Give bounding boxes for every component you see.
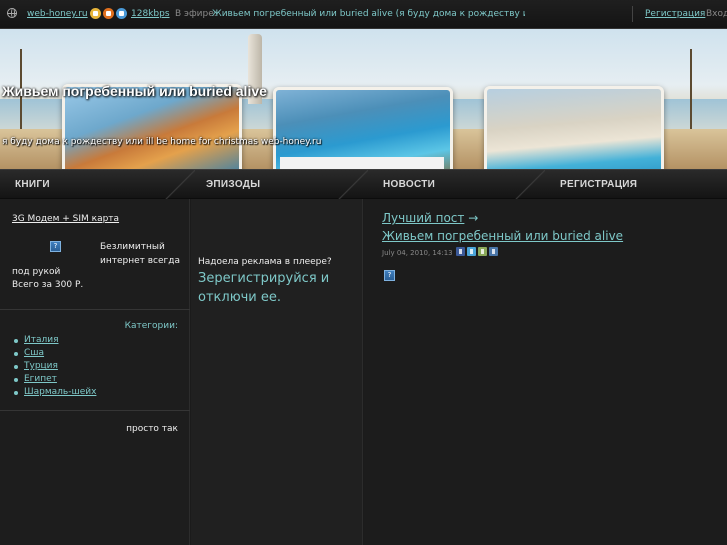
missing-image-icon[interactable]: ? <box>50 241 61 252</box>
category-item: Сша <box>12 348 96 361</box>
bitrate-link[interactable]: 128kbps <box>131 9 170 19</box>
best-post-heading: Лучший пост → <box>382 211 478 225</box>
category-item: Шармаль-шейх <box>12 387 96 400</box>
top-bar: web-honey.ru 128kbps В эфире: Живьем пог… <box>0 0 727 29</box>
nav-news[interactable]: НОВОСТИ <box>383 179 435 190</box>
nav-divider <box>165 170 195 200</box>
promo-text: Безлимитный интернет всегда <box>100 242 181 266</box>
twitter-share-icon[interactable] <box>467 247 476 256</box>
main-content: Лучший пост → Живьем погребенный или bur… <box>364 199 727 545</box>
site-link[interactable]: web-honey.ru <box>27 9 88 19</box>
category-link-sharm[interactable]: Шармаль-шейх <box>24 387 96 397</box>
volume-icon[interactable] <box>116 8 127 19</box>
register-link[interactable]: Регистрация <box>645 9 705 19</box>
sidebar-divider <box>0 410 190 411</box>
category-link-italy[interactable]: Италия <box>24 335 59 345</box>
ad-question: Надоела реклама в плеере? <box>198 257 332 267</box>
login-link[interactable]: Вход <box>706 9 727 19</box>
resort-photo-hotel <box>484 86 664 169</box>
nav-divider <box>338 170 368 200</box>
player-ad-column: Надоела реклама в плеере? Зерегистрируйс… <box>191 199 363 545</box>
arrow-icon: → <box>468 211 479 225</box>
left-sidebar: 3G Модем + SIM карта ? Безлимитный интер… <box>0 199 190 545</box>
nav-episodes[interactable]: ЭПИЗОДЫ <box>206 179 260 190</box>
category-item: Турция <box>12 361 96 374</box>
main-nav: КНИГИ ЭПИЗОДЫ НОВОСТИ РЕГИСТРАЦИЯ <box>0 169 727 200</box>
register-cta[interactable]: Зерегистрируйся и отключи ее. <box>198 269 358 307</box>
promo-link[interactable]: 3G Модем + SIM карта <box>12 214 119 224</box>
categories-title: Категории: <box>124 321 178 331</box>
nav-registration[interactable]: РЕГИСТРАЦИЯ <box>560 179 637 190</box>
nav-books[interactable]: КНИГИ <box>15 179 50 190</box>
promo-price: Всего за 300 Р. <box>12 280 84 290</box>
banner-strip <box>280 157 444 169</box>
site-title[interactable]: Живьем погребенный или buried alive <box>2 83 267 99</box>
topbar-divider <box>632 6 633 22</box>
facebook-share-icon[interactable] <box>456 247 465 256</box>
globe-icon[interactable] <box>7 8 17 18</box>
header-banner: Живьем погребенный или buried alive я бу… <box>0 29 727 169</box>
promo-text-under: под рукой Всего за 300 Р. <box>12 266 83 292</box>
post-date: July 04, 2010, 14:13 <box>382 249 453 257</box>
stop-icon[interactable] <box>90 8 101 19</box>
just-so-label: просто так <box>126 424 178 434</box>
palm-image <box>690 49 692 129</box>
category-link-egypt[interactable]: Египет <box>24 374 57 384</box>
nav-divider <box>515 170 545 200</box>
vk-share-icon[interactable] <box>489 247 498 256</box>
category-item: Египет <box>12 374 96 387</box>
missing-image-icon[interactable]: ? <box>384 270 395 281</box>
category-link-turkey[interactable]: Турция <box>24 361 58 371</box>
play-icon[interactable] <box>103 8 114 19</box>
site-subtitle: я буду дома к рождеству или ill be home … <box>2 137 322 147</box>
category-link-usa[interactable]: Сша <box>24 348 44 358</box>
categories-list: Италия Сша Турция Египет Шармаль-шейх <box>12 335 96 400</box>
on-air-label: В эфире: <box>175 9 217 19</box>
category-item: Италия <box>12 335 96 348</box>
sidebar-divider <box>0 309 190 310</box>
best-post-link[interactable]: Лучший пост <box>382 211 464 225</box>
now-playing-track: Живьем погребенный или buried alive (я б… <box>212 9 525 19</box>
share-icon[interactable] <box>478 247 487 256</box>
promo-line: под рукой <box>12 267 61 277</box>
post-title-link[interactable]: Живьем погребенный или buried alive <box>382 229 623 243</box>
